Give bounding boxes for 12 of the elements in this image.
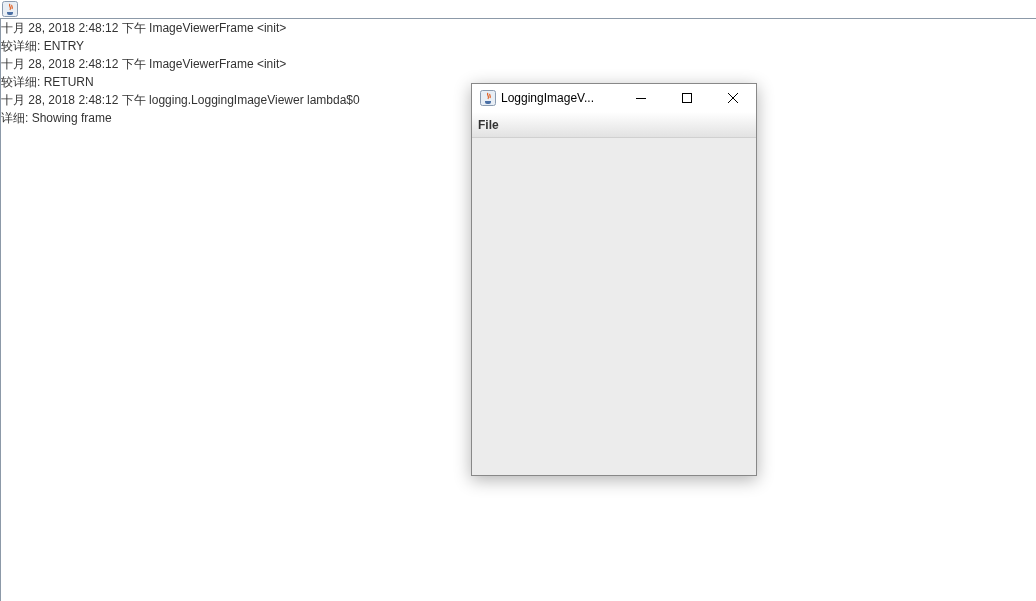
menu-item[interactable]: File	[474, 115, 503, 134]
close-icon	[728, 93, 738, 103]
window-title: LoggingImageV...	[501, 90, 594, 107]
log-line: 十月 28, 2018 2:48:12 下午 logging.LoggingImageViewer lambda$0	[1, 92, 360, 109]
minimize-icon	[636, 97, 646, 99]
java-cup-icon	[480, 90, 496, 106]
log-line: 较详细: RETURN	[1, 74, 94, 91]
log-line: 较详细: ENTRY	[1, 38, 85, 55]
log-line: 详细: Showing frame	[1, 110, 112, 127]
log-line: 十月 28, 2018 2:48:12 下午 ImageViewerFrame <init>	[1, 20, 287, 37]
maximize-icon	[682, 93, 692, 103]
log-line: 十月 28, 2018 2:48:12 下午 ImageViewerFrame <init>	[1, 56, 287, 73]
